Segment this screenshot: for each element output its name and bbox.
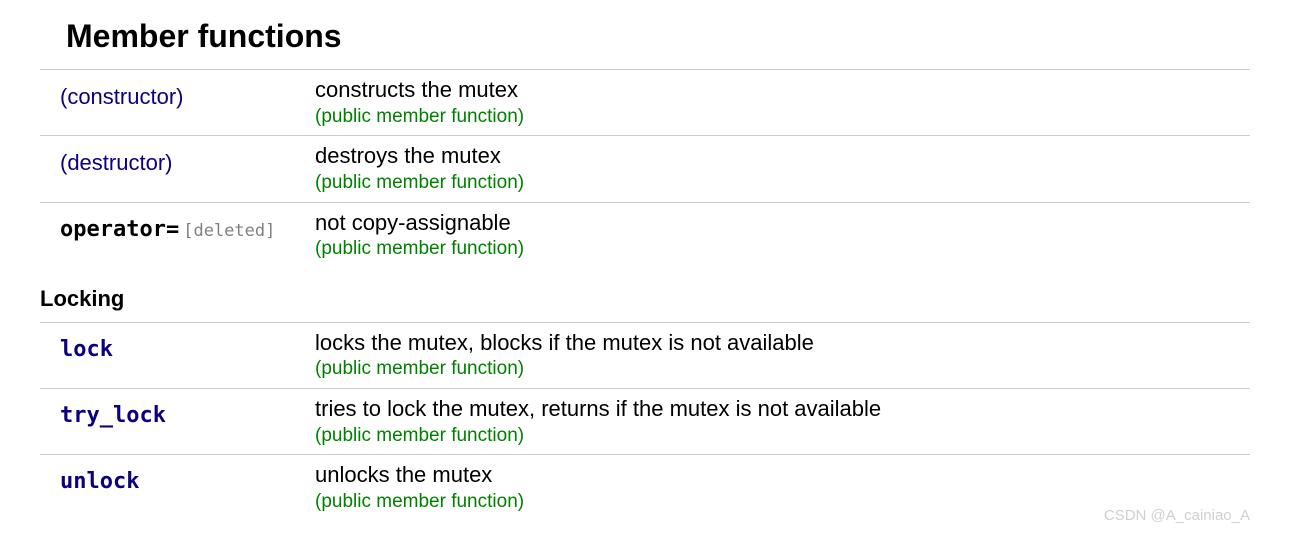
member-row: (constructor) constructs the mutex(public… — [40, 69, 1250, 135]
deleted-tag: [deleted] — [183, 221, 275, 241]
member-attribute: (public member function) — [315, 357, 1250, 382]
member-name-cell: lock — [60, 329, 315, 362]
member-row: (destructor) destroys the mutex(public me… — [40, 135, 1250, 201]
member-name-cell: (destructor) — [60, 142, 315, 176]
member-desc-cell: constructs the mutex(public member funct… — [315, 76, 1250, 129]
member-description: constructs the mutex — [315, 76, 1250, 105]
locking-member-list: lock locks the mutex, blocks if the mutex… — [40, 322, 1250, 521]
member-attribute: (public member function) — [315, 171, 1250, 196]
member-link[interactable]: (constructor) — [60, 84, 183, 109]
member-description: destroys the mutex — [315, 142, 1250, 171]
section-title: Member functions — [40, 10, 1250, 69]
member-attribute: (public member function) — [315, 424, 1250, 449]
member-link[interactable]: lock — [60, 337, 113, 362]
member-description: unlocks the mutex — [315, 461, 1250, 490]
member-name-cell: try_lock — [60, 395, 315, 428]
member-description: tries to lock the mutex, returns if the … — [315, 395, 1250, 424]
member-desc-cell: destroys the mutex(public member functio… — [315, 142, 1250, 195]
member-desc-cell: not copy-assignable(public member functi… — [315, 209, 1250, 262]
member-row: try_lock tries to lock the mutex, returns… — [40, 388, 1250, 454]
member-desc-cell: tries to lock the mutex, returns if the … — [315, 395, 1250, 448]
member-attribute: (public member function) — [315, 105, 1250, 130]
member-name-cell: (constructor) — [60, 76, 315, 110]
member-link[interactable]: try_lock — [60, 403, 166, 428]
subsection-title-locking: Locking — [40, 268, 1250, 322]
member-name-cell: operator=[deleted] — [60, 209, 315, 242]
member-name: operator= — [60, 217, 179, 242]
member-description: not copy-assignable — [315, 209, 1250, 238]
member-description: locks the mutex, blocks if the mutex is … — [315, 329, 1250, 358]
watermark: CSDN @A_cainiao_A — [1104, 507, 1250, 524]
member-link[interactable]: unlock — [60, 469, 139, 494]
main-member-list: (constructor)constructs the mutex(public… — [40, 69, 1250, 268]
member-row: operator=[deleted]not copy-assignable(pu… — [40, 202, 1250, 268]
member-row: unlockunlocks the mutex(public member fu… — [40, 454, 1250, 520]
member-desc-cell: locks the mutex, blocks if the mutex is … — [315, 329, 1250, 382]
member-row: lock locks the mutex, blocks if the mutex… — [40, 322, 1250, 388]
member-link[interactable]: (destructor) — [60, 150, 172, 175]
member-attribute: (public member function) — [315, 237, 1250, 262]
member-name-cell: unlock — [60, 461, 315, 494]
